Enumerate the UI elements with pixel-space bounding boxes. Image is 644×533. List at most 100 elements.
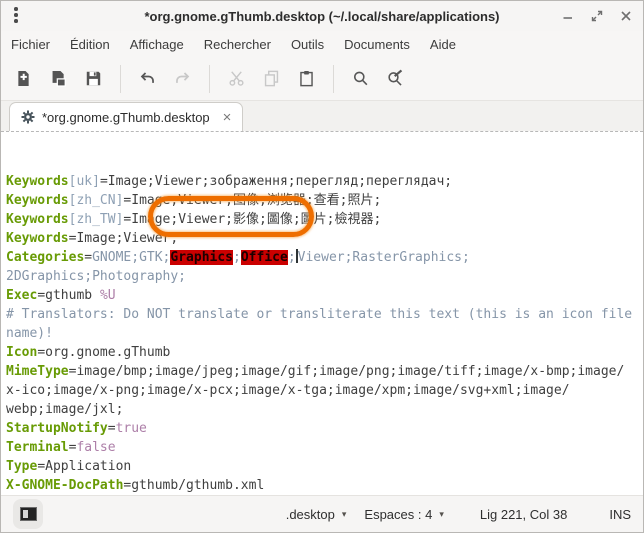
- filetype-dropdown[interactable]: .desktop ▾: [286, 507, 347, 522]
- restore-button[interactable]: [590, 9, 604, 23]
- code-segment: Viewer;RasterGraphics;: [298, 250, 470, 265]
- code-segment: =Image;Viewer;影像;圖像;圖片;檢視器;: [123, 212, 381, 227]
- gedit-window: *org.gnome.gThumb.desktop (~/.local/shar…: [0, 0, 644, 533]
- statusbar: .desktop ▾ Espaces : 4 ▾ Lig 221, Col 38…: [1, 495, 643, 532]
- menu-item-affichage[interactable]: Affichage: [120, 33, 194, 56]
- menubar: Fichier Édition Affichage Rechercher Out…: [1, 31, 643, 57]
- redo-icon: [173, 69, 192, 88]
- code-segment: [uk]: [69, 174, 100, 189]
- chevron-down-icon: ▾: [342, 509, 347, 520]
- code-line: name)!: [6, 324, 643, 343]
- menu-item-aide[interactable]: Aide: [420, 33, 466, 56]
- gear-icon: [21, 110, 35, 124]
- code-line: x-ico;image/x-png;image/x-pcx;image/x-tg…: [6, 381, 643, 400]
- code-segment: =: [84, 250, 92, 265]
- code-segment: =gthumb/gthumb.xml: [123, 478, 264, 493]
- menu-item-outils[interactable]: Outils: [281, 33, 334, 56]
- close-button[interactable]: [619, 9, 633, 23]
- code-segment: MimeType: [6, 364, 69, 379]
- code-line: Terminal=false: [6, 438, 643, 457]
- input-mode[interactable]: INS: [609, 507, 631, 522]
- tab-label: *org.gnome.gThumb.desktop: [42, 110, 210, 125]
- code-line: Keywords[zh_TW]=Image;Viewer;影像;圖像;圖片;檢視…: [6, 210, 643, 229]
- code-segment: # Translators: Do NOT translate or trans…: [6, 307, 632, 322]
- code-segment: %U: [100, 288, 116, 303]
- code-segment: [zh_CN]: [69, 193, 124, 208]
- code-segment: =image/bmp;image/jpeg;image/gif;image/pn…: [69, 364, 625, 379]
- new-document-button[interactable]: [6, 64, 41, 94]
- paste-button[interactable]: [289, 64, 324, 94]
- filetype-label: .desktop: [286, 507, 335, 522]
- new-document-icon: [14, 69, 33, 88]
- cursor-position[interactable]: Lig 221, Col 38: [480, 507, 567, 522]
- find-replace-button[interactable]: [378, 64, 413, 94]
- menu-item-fichier[interactable]: Fichier: [1, 33, 60, 56]
- code-line: Keywords=Image;Viewer;: [6, 229, 643, 248]
- minimize-button[interactable]: [561, 9, 575, 23]
- cursor-position-label: Lig 221, Col 38: [480, 507, 567, 522]
- copy-button[interactable]: [254, 64, 289, 94]
- code-segment: =Image;Viewer;图像;浏览器;查看;照片;: [123, 193, 381, 208]
- tab-width-label: Espaces : 4: [364, 507, 432, 522]
- code-segment: =Image;Viewer;зображення;перегляд;перегл…: [100, 174, 452, 189]
- code-segment: Graphics: [170, 250, 233, 265]
- find-replace-icon: [386, 69, 405, 88]
- code-segment: [zh_TW]: [69, 212, 124, 227]
- cut-button[interactable]: [219, 64, 254, 94]
- titlebar[interactable]: *org.gnome.gThumb.desktop (~/.local/shar…: [1, 1, 643, 31]
- toolbar-separator: [120, 65, 121, 93]
- restore-icon: [591, 10, 603, 22]
- statusbar-right: .desktop ▾ Espaces : 4 ▾ Lig 221, Col 38…: [286, 507, 631, 522]
- toolbar: [1, 57, 643, 101]
- tab-width-dropdown[interactable]: Espaces : 4 ▾: [364, 507, 443, 522]
- code-line: webp;image/jxl;: [6, 400, 643, 419]
- cut-icon: [227, 69, 246, 88]
- tabbar: *org.gnome.gThumb.desktop ×: [1, 101, 643, 131]
- close-icon: [620, 10, 632, 22]
- code-segment: StartupNotify: [6, 421, 108, 436]
- code-segment: x-ico;image/x-png;image/x-pcx;image/x-tg…: [6, 383, 570, 398]
- search-icon: [351, 69, 370, 88]
- window-controls: [561, 1, 633, 31]
- code-segment: Keywords: [6, 174, 69, 189]
- tab-close-button[interactable]: ×: [223, 110, 232, 125]
- code-line: Keywords[zh_CN]=Image;Viewer;图像;浏览器;查看;照…: [6, 191, 643, 210]
- copy-icon: [262, 69, 281, 88]
- code-segment: Exec: [6, 288, 37, 303]
- code-segment: Categories: [6, 250, 84, 265]
- code-segment: =Application: [37, 459, 131, 474]
- tab-org-gnome-gthumb-desktop[interactable]: *org.gnome.gThumb.desktop ×: [9, 102, 243, 131]
- code-line: StartupNotify=true: [6, 419, 643, 438]
- search-button[interactable]: [343, 64, 378, 94]
- code-line: # Translators: Do NOT translate or trans…: [6, 305, 643, 324]
- code-segment: webp;image/jxl;: [6, 402, 123, 417]
- paste-icon: [297, 69, 316, 88]
- save-icon: [84, 69, 103, 88]
- open-document-button[interactable]: [41, 64, 76, 94]
- menu-item-rechercher[interactable]: Rechercher: [194, 33, 281, 56]
- code-segment: Icon: [6, 345, 37, 360]
- menu-item-documents[interactable]: Documents: [334, 33, 420, 56]
- code-segment: false: [76, 440, 115, 455]
- code-segment: Office: [241, 250, 288, 265]
- code-segment: ;: [233, 250, 241, 265]
- redo-button[interactable]: [165, 64, 200, 94]
- code-segment: Terminal: [6, 440, 69, 455]
- code-line: Type=Application: [6, 457, 643, 476]
- side-panel-toggle-button[interactable]: [13, 499, 43, 529]
- text-editor-area[interactable]: Keywords[uk]=Image;Viewer;зображення;пер…: [1, 131, 643, 495]
- code-line: MimeType=image/bmp;image/jpeg;image/gif;…: [6, 362, 643, 381]
- code-segment: name)!: [6, 326, 53, 341]
- minimize-icon: [562, 10, 574, 22]
- code-segment: Type: [6, 459, 37, 474]
- code-content: Keywords[uk]=Image;Viewer;зображення;пер…: [6, 172, 643, 495]
- code-segment: =gthumb: [37, 288, 100, 303]
- code-segment: Keywords: [6, 212, 69, 227]
- code-line: X-GNOME-DocPath=gthumb/gthumb.xml: [6, 476, 643, 495]
- undo-button[interactable]: [130, 64, 165, 94]
- code-line: Exec=gthumb %U: [6, 286, 643, 305]
- menu-item-edition[interactable]: Édition: [60, 33, 120, 56]
- save-button[interactable]: [76, 64, 111, 94]
- code-segment: 2DGraphics;Photography;: [6, 269, 186, 284]
- code-line: 2DGraphics;Photography;: [6, 267, 643, 286]
